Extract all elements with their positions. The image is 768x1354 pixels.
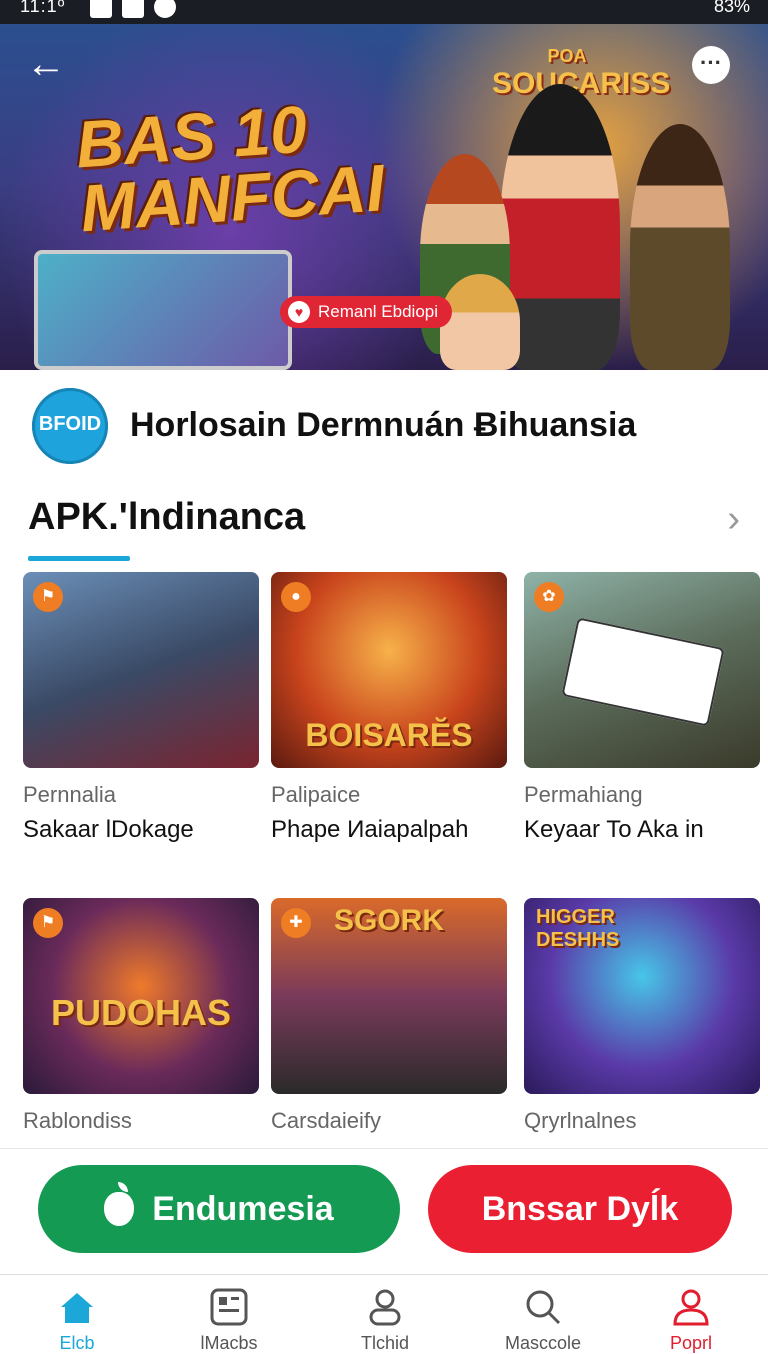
location-icon	[154, 0, 176, 18]
game-card[interactable]: ⚑ Pernnalia Sakaar lDokage	[23, 572, 259, 844]
section-title: APK.'lndinanca	[28, 496, 306, 538]
nav-item-account[interactable]: Poprl	[636, 1287, 746, 1353]
game-thumbnail[interactable]: ✚ SGORK	[271, 898, 507, 1094]
bottom-nav: Elcb lMacbs Tlchid Masccole Poprl	[0, 1274, 768, 1353]
download-android-label: Bnssar Dyĺk	[481, 1189, 679, 1228]
category-badge-icon: ⚑	[33, 908, 63, 938]
game-category: Qryrlnalnes	[524, 1108, 637, 1133]
game-title: Sakaar lDokage	[23, 816, 194, 843]
section-header: APK.'lndinanca ›	[0, 490, 768, 566]
action-bar: Endumesia Bnssar Dyĺk	[0, 1148, 768, 1275]
grid-box-icon	[210, 1288, 248, 1326]
game-thumbnail[interactable]: ⚑	[23, 572, 259, 768]
apple-icon	[104, 1182, 135, 1226]
nav-item-home[interactable]: Elcb	[22, 1287, 132, 1353]
hero-title: BAS 10 MANFCAI	[73, 91, 387, 246]
game-title: Phape Иaiapalpah	[271, 816, 469, 843]
game-card[interactable]: ✿ Permahiang Keyaar To Aka in	[524, 572, 760, 844]
game-title: Keyaar To Aka in	[524, 816, 704, 843]
game-card[interactable]: ✚ SGORK Carsdaieify	[271, 898, 507, 1142]
hero-tag-pill[interactable]: ♥ Remanl Ebdiopi	[280, 296, 453, 328]
hero-tag-label: Remanl Ebdiopi	[318, 302, 439, 321]
more-options-icon[interactable]: ···	[692, 46, 730, 84]
game-category: Rablondiss	[23, 1108, 132, 1133]
n-icon	[122, 0, 144, 18]
game-thumbnail[interactable]: HIGGER DESHHS	[524, 898, 760, 1094]
nav-item-search[interactable]: Masccole	[488, 1287, 598, 1353]
battery-level: 83%	[713, 0, 750, 16]
app-logo: BFOID	[32, 388, 108, 464]
game-card[interactable]: HIGGER DESHHS Qryrlnalnes	[524, 898, 760, 1142]
status-time: 11:1º	[20, 0, 66, 16]
chevron-right-icon[interactable]: ›	[727, 498, 740, 541]
game-thumbnail[interactable]: ⚑ PUDOHAS	[23, 898, 259, 1094]
nav-item-games[interactable]: lMacbs	[174, 1287, 284, 1353]
category-badge-icon: ✿	[534, 582, 564, 612]
user-icon	[369, 1289, 401, 1326]
app-header: BFOID Horlosain Dermnuán Ƀihuansia	[0, 370, 768, 470]
nav-item-profile[interactable]: Tlchid	[330, 1287, 440, 1353]
game-art-title: HIGGER DESHHS	[536, 906, 620, 951]
download-ios-label: Endumesia	[152, 1189, 334, 1228]
game-category: Carsdaieify	[271, 1108, 382, 1133]
mail-icon	[90, 0, 112, 18]
heart-icon: ♥	[288, 301, 310, 323]
game-thumbnail[interactable]: ✿	[524, 572, 760, 768]
hero-brand-top: POA	[547, 46, 587, 66]
download-android-button[interactable]: Bnssar Dyĺk	[428, 1165, 732, 1253]
home-icon	[61, 1293, 93, 1323]
account-icon	[673, 1289, 709, 1326]
hero-banner: ← ··· POA SOUCARISS BAS 10 MANFCAI ♥ Rem…	[0, 24, 768, 370]
download-ios-button[interactable]: Endumesia	[38, 1165, 400, 1253]
playing-cards-illustration	[561, 617, 725, 727]
status-bar: 11:1º 83%	[0, 0, 768, 24]
game-category: Pernnalia	[23, 782, 116, 807]
game-art-title: PUDOHAS	[50, 992, 232, 1033]
game-category: Palipaice	[271, 782, 361, 807]
search-icon	[526, 1290, 561, 1325]
monitor-illustration	[34, 250, 292, 370]
back-arrow-icon[interactable]: ←	[26, 44, 74, 84]
game-thumbnail[interactable]: ● BOISARĔS	[271, 572, 507, 768]
game-category: Permahiang	[524, 782, 643, 807]
section-underline	[28, 556, 130, 561]
category-badge-icon: ⚑	[33, 582, 63, 612]
game-art-title: BOISARĔS	[305, 717, 473, 753]
game-card[interactable]: ● BOISARĔS Palipaice Phape Иaiapalpah	[271, 572, 507, 844]
game-card[interactable]: ⚑ PUDOHAS Rablondiss	[23, 898, 259, 1142]
category-badge-icon: ●	[281, 582, 311, 612]
game-art-title: SGORK	[333, 904, 444, 937]
app-name: Horlosain Dermnuán Ƀihuansia	[130, 406, 637, 444]
